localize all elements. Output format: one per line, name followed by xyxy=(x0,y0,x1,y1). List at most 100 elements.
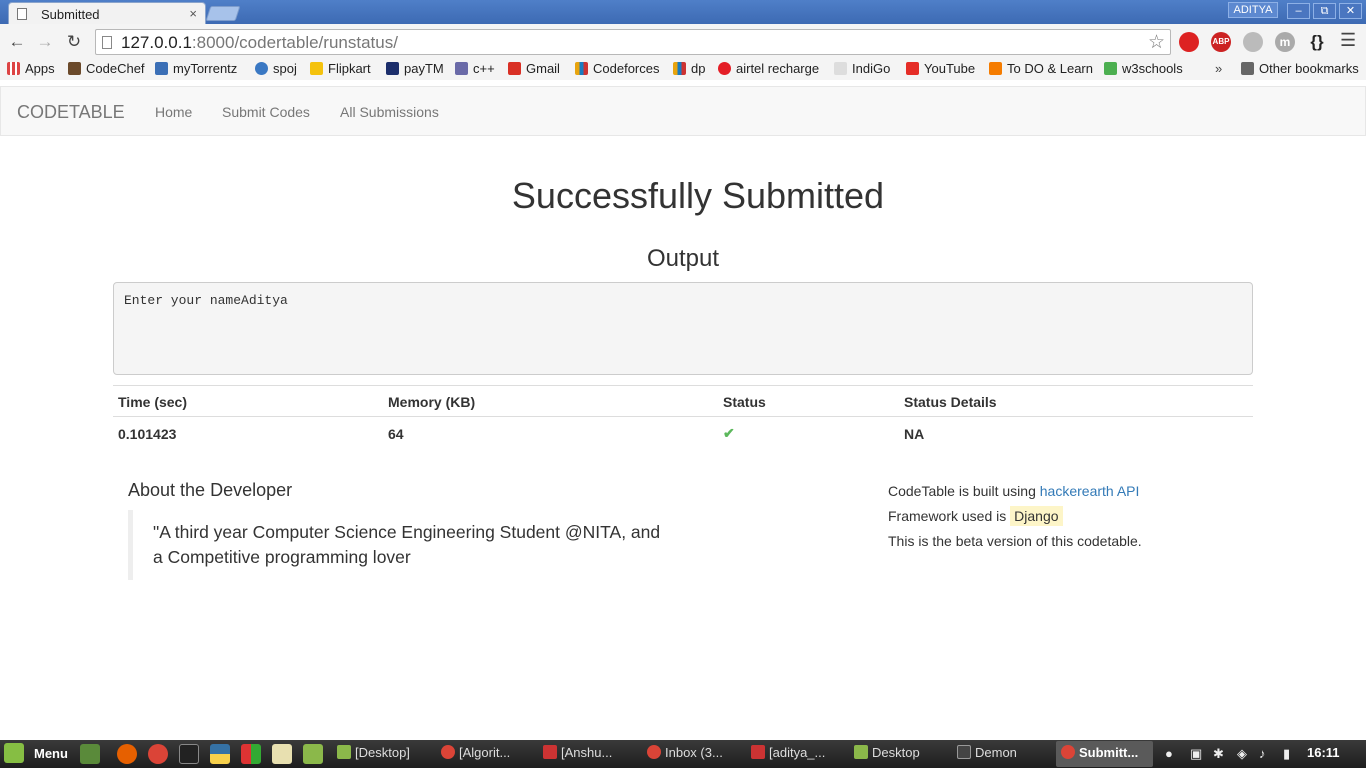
taskbar-item[interactable]: Desktop xyxy=(854,745,920,760)
framework-line: Framework used is Django xyxy=(888,504,1142,529)
text-editor-icon[interactable] xyxy=(272,744,292,764)
taskbar-item[interactable]: [aditya_... xyxy=(751,745,825,760)
other-bookmarks[interactable]: Other bookmarks xyxy=(1241,61,1359,76)
terminal-icon[interactable] xyxy=(179,744,199,764)
url-text: 127.0.0.1:8000/codertable/runstatus/ xyxy=(121,33,398,52)
globe-ext-icon[interactable] xyxy=(1243,32,1263,52)
cpp-icon xyxy=(455,62,468,75)
result-table: Time (sec) Memory (KB) Status Status Det… xyxy=(113,385,1253,450)
bookmark-paytm[interactable]: payTM xyxy=(386,61,444,76)
files-icon[interactable] xyxy=(303,744,323,764)
bookmarks-bar: Apps CodeChef myTorrentz spoj Flipkart p… xyxy=(0,60,1366,80)
col-status: Status xyxy=(718,385,899,417)
firefox-icon[interactable] xyxy=(117,744,137,764)
bluetooth-icon[interactable]: ✱ xyxy=(1213,746,1224,762)
beta-note: This is the beta version of this codetab… xyxy=(888,533,1142,549)
indigo-icon xyxy=(834,62,847,75)
apps-launcher-icon[interactable] xyxy=(241,744,261,764)
wifi-icon[interactable]: ◈ xyxy=(1237,746,1247,762)
django-code: Django xyxy=(1010,506,1063,526)
nav-submit-codes[interactable]: Submit Codes xyxy=(222,104,310,120)
more-bookmarks-chevron[interactable]: » xyxy=(1215,61,1222,76)
codeforces-icon xyxy=(575,62,588,75)
bookmark-todo[interactable]: To DO & Learn xyxy=(989,61,1093,76)
bookmark-star-icon[interactable]: ☆ xyxy=(1148,31,1165,54)
folder-icon xyxy=(854,745,868,759)
torrentz-icon xyxy=(155,62,168,75)
built-using-line: CodeTable is built using hackerearth API xyxy=(888,483,1140,499)
bookmark-airtel[interactable]: airtel recharge xyxy=(718,61,819,76)
maximize-button[interactable]: ⧉ xyxy=(1313,3,1336,19)
new-tab-button[interactable] xyxy=(205,6,241,21)
clock[interactable]: 16:11 xyxy=(1307,745,1340,760)
chrome-menu-icon[interactable]: ☰ xyxy=(1340,30,1356,51)
page-icon xyxy=(17,8,27,20)
terminal-icon xyxy=(957,745,971,759)
memory-value: 64 xyxy=(388,425,404,442)
reload-icon[interactable]: ↻ xyxy=(64,32,84,52)
bookmark-apps[interactable]: Apps xyxy=(7,61,55,76)
nav-all-submissions[interactable]: All Submissions xyxy=(340,104,439,120)
bookmark-cpp[interactable]: c++ xyxy=(455,61,495,76)
page-content: CODETABLE Home Submit Codes All Submissi… xyxy=(0,80,1366,740)
taskbar-item[interactable]: Demon xyxy=(957,745,1017,760)
page-title: Successfully Submitted xyxy=(511,175,885,216)
app-icon xyxy=(751,745,765,759)
taskbar-item[interactable]: Inbox (3... xyxy=(647,745,723,760)
desktop-launcher-icon[interactable] xyxy=(80,744,100,764)
json-ext-icon[interactable]: {} xyxy=(1307,32,1327,52)
bookmark-w3schools[interactable]: w3schools xyxy=(1104,61,1183,76)
about-sidebar: CodeTable is built using hackerearth API… xyxy=(888,479,1142,554)
chrome-icon xyxy=(441,745,455,759)
battery-icon[interactable]: ▮ xyxy=(1283,746,1290,762)
bookmark-codeforces[interactable]: Codeforces xyxy=(575,61,659,76)
menu-button[interactable]: Menu xyxy=(34,746,68,761)
minimize-button[interactable]: – xyxy=(1287,3,1310,19)
adblock-ext-icon[interactable]: ABP xyxy=(1211,32,1231,52)
taskbar-item[interactable]: [Desktop] xyxy=(337,745,410,760)
bookmark-indigo[interactable]: IndiGo xyxy=(834,61,890,76)
output-heading: Output xyxy=(646,245,720,272)
bookmark-gmail[interactable]: Gmail xyxy=(508,61,560,76)
output-box: Enter your nameAditya xyxy=(113,282,1253,375)
airtel-icon xyxy=(718,62,731,75)
volume-icon[interactable]: ♪ xyxy=(1259,746,1266,761)
opera-ext-icon[interactable] xyxy=(1179,32,1199,52)
m-ext-icon[interactable]: m xyxy=(1275,32,1295,52)
user-icon[interactable]: ● xyxy=(1165,746,1173,761)
taskbar-item-active[interactable]: Submitt... xyxy=(1061,745,1138,760)
back-arrow-icon[interactable]: ← xyxy=(7,32,27,52)
flipkart-icon xyxy=(310,62,323,75)
user-badge[interactable]: ADITYA xyxy=(1228,2,1278,18)
gmail-icon xyxy=(508,62,521,75)
tab-close-icon[interactable]: × xyxy=(189,6,197,21)
close-window-button[interactable]: ✕ xyxy=(1339,3,1362,19)
chrome-icon[interactable] xyxy=(148,744,168,764)
browser-tab-submitted[interactable]: Submitted × xyxy=(8,2,206,24)
mint-logo-icon[interactable] xyxy=(4,743,24,763)
col-time: Time (sec) xyxy=(113,385,383,417)
site-brand[interactable]: CODETABLE xyxy=(17,102,125,123)
folder-icon xyxy=(1241,62,1254,75)
bookmark-dp[interactable]: dp xyxy=(673,61,705,76)
hackerearth-api-link[interactable]: hackerearth API xyxy=(1040,483,1140,499)
bookmark-codechef[interactable]: CodeChef xyxy=(68,61,145,76)
bookmark-spoj[interactable]: spoj xyxy=(255,61,297,76)
bookmark-youtube[interactable]: YouTube xyxy=(906,61,975,76)
bookmark-mytorrentz[interactable]: myTorrentz xyxy=(155,61,237,76)
success-check-icon: ✔ xyxy=(723,425,735,441)
browser-titlebar: Submitted × ADITYA – ⧉ ✕ xyxy=(0,0,1366,24)
browser-toolbar: ← → ↻ 127.0.0.1:8000/codertable/runstatu… xyxy=(0,24,1366,60)
time-value: 0.101423 xyxy=(118,425,177,442)
taskbar-item[interactable]: [Anshu... xyxy=(543,745,612,760)
app-icon xyxy=(543,745,557,759)
address-bar[interactable]: 127.0.0.1:8000/codertable/runstatus/ ☆ xyxy=(95,29,1171,55)
python-icon[interactable] xyxy=(210,744,230,764)
forward-arrow-icon[interactable]: → xyxy=(35,32,55,52)
bookmark-flipkart[interactable]: Flipkart xyxy=(310,61,371,76)
status-details-value: NA xyxy=(904,425,925,442)
nav-home[interactable]: Home xyxy=(155,104,192,120)
taskbar-item[interactable]: [Algorit... xyxy=(441,745,510,760)
spoj-icon xyxy=(255,62,268,75)
screenshot-icon[interactable]: ▣ xyxy=(1190,746,1202,762)
